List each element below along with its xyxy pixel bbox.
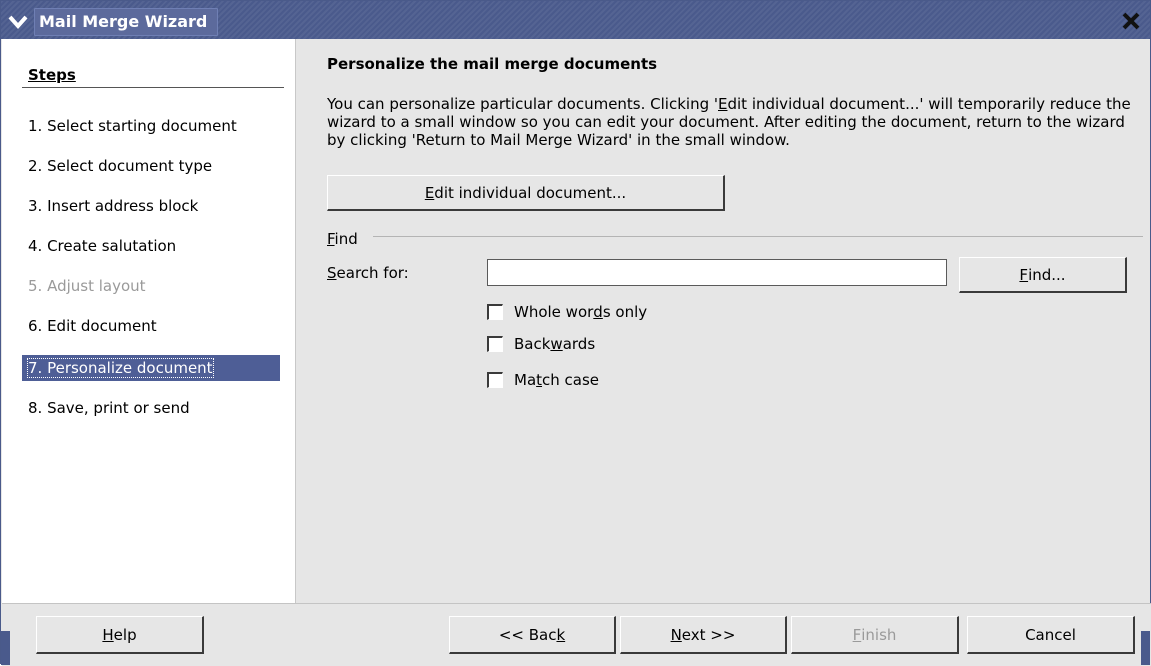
window-title: Mail Merge Wizard [34,8,219,36]
backwards-checkbox[interactable] [487,336,503,352]
step-label: 7. Personalize document [27,358,214,378]
button-bar: Help << Bac k Next >> Finish Cancel [2,603,1151,666]
steps-divider [22,87,284,88]
step-label: 8. Save, print or send [28,399,190,417]
button-label: elp [113,625,137,644]
help-button[interactable]: Help [36,616,204,654]
option-label: Ma [514,371,537,389]
step-label: 3. Insert address block [28,197,199,215]
step-label: 6. Edit document [28,317,157,335]
edit-individual-document-button[interactable]: Edit individual document... [327,175,725,211]
match-case-checkbox[interactable] [487,372,503,388]
button-label: inish [861,625,897,644]
button-hotkey: k [556,625,566,644]
button-hotkey: E [424,183,435,202]
option-label: s only [602,303,648,321]
whole-words-only-option[interactable]: Whole wor d s only [487,301,647,323]
search-input[interactable] [487,259,947,286]
button-hotkey: H [102,625,114,644]
label-hotkey: F [327,230,335,248]
description-part: You can personalize particular documents… [327,95,718,113]
option-hotkey: w [550,335,563,353]
label-text: ind [334,230,358,248]
step-edit-document[interactable]: 6. Edit document [22,313,278,339]
step-personalize-document[interactable]: 7. Personalize document [22,355,280,381]
button-label: ext >> [681,625,736,644]
option-label: Back [514,335,551,353]
window-menu-chevron-icon[interactable] [7,11,29,33]
steps-pane: Steps 1. Select starting document 2. Sel… [2,39,296,603]
step-label: 5. Adjust layout [28,277,146,295]
close-icon[interactable] [1118,9,1144,33]
search-for-label: Search for: [327,264,409,282]
find-section-divider [373,236,1143,237]
button-label: dit individual document... [434,183,627,202]
step-label: 2. Select document type [28,157,213,175]
description-text: You can personalize particular documents… [327,95,1142,149]
step-save-print-send[interactable]: 8. Save, print or send [22,395,278,421]
button-hotkey: F [1019,265,1029,284]
option-label: Whole wor [514,303,594,321]
step-label: 4. Create salutation [28,237,177,255]
option-label: ards [562,335,596,353]
button-label: Cancel [1025,625,1076,644]
match-case-option[interactable]: Ma t ch case [487,369,599,391]
backwards-option[interactable]: Back w ards [487,333,595,355]
page-title: Personalize the mail merge documents [327,55,658,73]
button-label: ind... [1028,265,1066,284]
step-adjust-layout: 5. Adjust layout [22,273,278,299]
main-panel: Personalize the mail merge documents You… [297,39,1150,603]
option-label: ch case [542,371,600,389]
button-hotkey: F [852,625,862,644]
mail-merge-wizard-window: Mail Merge Wizard Steps 1. Select starti… [0,0,1151,666]
label-hotkey: S [327,264,337,282]
next-button[interactable]: Next >> [620,616,787,654]
step-insert-address-block[interactable]: 3. Insert address block [22,193,278,219]
find-section-label: Find [327,230,358,248]
whole-words-only-checkbox[interactable] [487,304,503,320]
cancel-button[interactable]: Cancel [967,616,1135,654]
title-bar[interactable]: Mail Merge Wizard [1,1,1150,39]
window-edge-left [1,631,10,665]
label-text: earch for: [336,264,409,282]
find-button[interactable]: Find... [959,257,1127,293]
back-button[interactable]: << Bac k [449,616,616,654]
button-hotkey: N [670,625,682,644]
option-hotkey: d [593,303,603,321]
step-select-starting-document[interactable]: 1. Select starting document [22,113,278,139]
step-create-salutation[interactable]: 4. Create salutation [22,233,278,259]
step-label: 1. Select starting document [28,117,237,135]
step-select-document-type[interactable]: 2. Select document type [22,153,278,179]
button-label: << Bac [498,625,557,644]
steps-heading: Steps [28,66,76,84]
finish-button: Finish [791,616,959,654]
window-edge-right [1141,631,1150,665]
